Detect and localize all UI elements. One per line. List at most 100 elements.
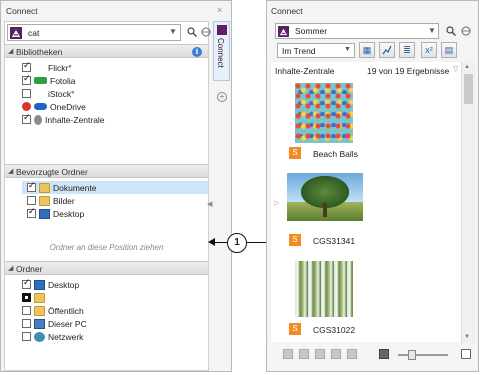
library-label: Inhalte-Zentrale — [45, 114, 105, 125]
result-thumbnail[interactable] — [287, 173, 363, 221]
library-icon[interactable]: ▦ — [359, 42, 375, 58]
result-thumbnail[interactable] — [295, 83, 353, 143]
section-heading: Ordner — [16, 264, 43, 274]
grid-small-icon[interactable] — [379, 349, 389, 359]
user-folder-icon — [34, 292, 45, 303]
library-label: Fotolia — [50, 75, 76, 86]
checkbox[interactable] — [22, 61, 31, 72]
search-input[interactable]: cat ▼ — [7, 24, 181, 41]
edit-icon[interactable] — [315, 349, 325, 359]
library-label: iStock° — [48, 88, 75, 99]
panel-main: cat ▼ ◢ Bibliotheken i Flickr° Fotolia — [4, 21, 210, 371]
folder-item-netzwerk[interactable]: Netzwerk — [22, 330, 83, 343]
checkbox[interactable] — [27, 196, 36, 205]
callout-line-right — [247, 242, 267, 243]
error-icon — [22, 102, 31, 111]
stock-badge: S — [289, 323, 301, 335]
library-item-flickr[interactable]: Flickr° — [22, 61, 72, 74]
info-icon[interactable]: i — [192, 47, 202, 57]
copy-icon[interactable] — [331, 349, 341, 359]
zoom-slider[interactable] — [398, 354, 448, 356]
section-heading: Bibliotheken — [16, 47, 63, 57]
stock-badge: S — [289, 234, 301, 246]
library-item-fotolia[interactable]: Fotolia — [22, 74, 76, 87]
search-icon[interactable] — [184, 24, 199, 40]
connect-logo-icon — [278, 26, 289, 37]
library-item-istock[interactable]: iStock° — [22, 87, 75, 100]
document-icon[interactable]: ▤ — [441, 42, 457, 58]
folder-label: Netzwerk — [48, 331, 84, 342]
favorite-label: Desktop — [53, 208, 85, 219]
chevron-down-icon[interactable]: ▽ — [453, 65, 458, 73]
result-thumbnail[interactable] — [295, 261, 353, 317]
folder-item-oeffentlich[interactable]: Öffentlich — [22, 304, 84, 317]
bottom-toolbar — [275, 347, 475, 363]
zoom-slider-thumb[interactable] — [408, 350, 416, 360]
search-icon[interactable] — [443, 23, 458, 39]
favorite-item-desktop[interactable]: Desktop — [27, 207, 84, 220]
expand-arrow-icon[interactable]: ▷ — [274, 199, 279, 207]
stock-icon — [34, 77, 47, 84]
chevron-down-icon[interactable]: ▼ — [428, 26, 436, 35]
favorite-item-bilder[interactable]: Bilder — [27, 194, 75, 207]
side-tab-connect[interactable]: Connect — [213, 21, 230, 101]
folder-label: Dieser PC — [48, 318, 87, 329]
scroll-up-icon[interactable]: ▲ — [464, 64, 470, 70]
graph-icon[interactable] — [379, 42, 395, 58]
library-item-onedrive[interactable]: OneDrive — [22, 100, 86, 113]
favorite-label: Dokumente — [53, 182, 97, 193]
folder-item-user[interactable] — [22, 291, 48, 304]
sort-dropdown[interactable]: Im Trend ▼ — [277, 43, 355, 58]
close-icon[interactable]: × — [217, 5, 222, 15]
search-input[interactable]: Sommer ▼ — [275, 23, 439, 39]
checkbox[interactable] — [27, 181, 36, 192]
favorite-item-dokumente[interactable]: Dokumente — [27, 181, 96, 194]
checkbox[interactable] — [22, 306, 31, 315]
side-tab-box: Connect — [213, 21, 230, 81]
layers-icon[interactable]: ≣ — [399, 42, 415, 58]
checkbox[interactable] — [22, 74, 31, 85]
delete-icon[interactable] — [347, 349, 357, 359]
desktop-icon — [34, 279, 45, 290]
folder-item-dieser-pc[interactable]: Dieser PC — [22, 317, 87, 330]
insert-icon[interactable] — [283, 349, 293, 359]
checkbox[interactable] — [22, 319, 31, 328]
scroll-down-icon[interactable]: ▼ — [464, 334, 470, 340]
checkbox[interactable] — [22, 293, 31, 302]
library-item-inhalte-zentrale[interactable]: Inhalte-Zentrale — [22, 113, 105, 126]
section-libraries[interactable]: ◢ Bibliotheken i — [5, 44, 208, 58]
link-icon[interactable] — [299, 349, 309, 359]
connect-panel-right: Connect Sommer ▼ Im Trend ▼ ▦ ≣ x² ▤ Inh… — [266, 0, 479, 372]
add-icon[interactable]: + — [217, 92, 227, 102]
grid-large-icon[interactable] — [461, 349, 471, 359]
web-search-icon[interactable] — [458, 23, 473, 39]
folder-icon — [34, 305, 45, 316]
folder-label: Desktop — [48, 279, 80, 290]
chevron-down-icon[interactable]: ▼ — [169, 27, 177, 36]
scrollbar[interactable]: ▲ ▼ — [461, 62, 475, 344]
search-value: Sommer — [295, 26, 328, 36]
content-heading: Inhalte-Zentrale — [275, 66, 335, 76]
scroll-thumb[interactable] — [464, 74, 473, 104]
section-heading: Bevorzugte Ordner — [16, 167, 88, 177]
section-favorites[interactable]: ◢ Bevorzugte Ordner — [5, 164, 208, 178]
collapse-arrow-icon[interactable]: ◀ — [207, 200, 212, 208]
tree-trunk — [323, 203, 327, 217]
panel-titlebar: Connect × — [1, 1, 231, 21]
search-row: cat ▼ — [7, 24, 210, 42]
formula-icon[interactable]: x² — [421, 42, 437, 58]
result-count: 19 von 19 Ergebnisse — [367, 66, 450, 76]
section-folders[interactable]: ◢ Ordner — [5, 261, 208, 275]
chevron-down-icon: ▼ — [344, 46, 351, 53]
cloud-icon — [34, 103, 47, 110]
folder-icon — [39, 182, 50, 193]
checkbox[interactable] — [22, 89, 31, 98]
folder-item-desktop[interactable]: Desktop — [22, 278, 79, 291]
checkbox[interactable] — [27, 207, 36, 218]
web-search-icon[interactable] — [198, 24, 213, 40]
checkbox[interactable] — [22, 113, 31, 124]
panel-title: Connect — [271, 6, 303, 16]
connect-logo-icon — [217, 25, 227, 35]
checkbox[interactable] — [22, 278, 31, 289]
checkbox[interactable] — [22, 332, 31, 341]
